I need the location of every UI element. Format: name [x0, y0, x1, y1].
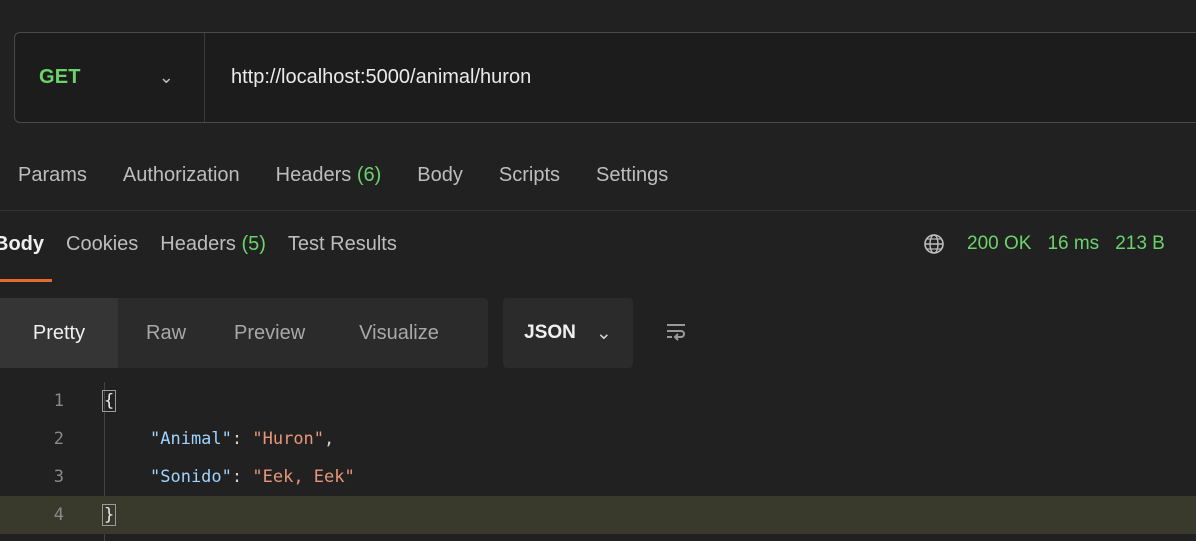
- tab-body[interactable]: Body: [417, 164, 463, 187]
- tab-headers-label: Headers: [275, 163, 352, 186]
- json-key: "Animal": [150, 429, 232, 449]
- close-brace-char: }: [102, 504, 117, 526]
- response-time[interactable]: 16 ms: [1047, 233, 1099, 255]
- tab-scripts[interactable]: Scripts: [499, 164, 560, 187]
- response-tab-test-results[interactable]: Test Results: [288, 233, 397, 256]
- line-number: 1: [53, 391, 64, 411]
- response-size[interactable]: 213 B: [1115, 233, 1165, 255]
- code-line: 1 {: [0, 382, 1196, 420]
- request-tabs: Params Authorization Headers (6) Body Sc…: [0, 150, 704, 200]
- url-input[interactable]: http://localhost:5000/animal/huron: [205, 66, 531, 89]
- view-tab-pretty[interactable]: Pretty: [0, 298, 118, 368]
- method-selector[interactable]: GET ⌄: [15, 33, 205, 122]
- chevron-down-icon: ⌄: [595, 322, 612, 344]
- format-select[interactable]: JSON ⌄: [503, 298, 633, 368]
- status-code[interactable]: 200 OK: [967, 233, 1031, 255]
- tab-authorization[interactable]: Authorization: [123, 164, 240, 187]
- open-brace-char: {: [102, 390, 117, 412]
- open-brace: {: [102, 390, 117, 412]
- postman-window: GET ⌄ http://localhost:5000/animal/huron…: [0, 0, 1196, 541]
- json-value: "Eek, Eek": [252, 467, 355, 487]
- json-separator: :: [231, 467, 253, 487]
- code-line-highlighted: 4 }: [0, 496, 1196, 534]
- code-content: "Animal": "Huron",: [150, 429, 334, 449]
- view-tab-raw[interactable]: Raw: [146, 322, 186, 345]
- section-divider: [0, 210, 1196, 211]
- view-tab-visualize[interactable]: Visualize: [359, 322, 439, 345]
- response-tab-cookies[interactable]: Cookies: [66, 233, 138, 256]
- response-tab-body[interactable]: Body: [0, 233, 44, 256]
- tab-headers[interactable]: Headers (6): [276, 164, 382, 187]
- json-key: "Sonido": [150, 467, 232, 487]
- view-mode-tabs: Pretty Raw Preview Visualize: [0, 298, 488, 368]
- request-url-bar: GET ⌄ http://localhost:5000/animal/huron: [14, 32, 1196, 123]
- active-tab-underline: [0, 279, 52, 282]
- code-line: 2 "Animal": "Huron",: [0, 420, 1196, 458]
- line-number: 2: [53, 429, 64, 449]
- view-tab-preview[interactable]: Preview: [234, 322, 305, 345]
- response-tab-headers-label: Headers: [160, 232, 236, 255]
- line-number: 4: [53, 505, 64, 525]
- line-number: 3: [53, 467, 64, 487]
- wrap-lines-icon[interactable]: [664, 320, 688, 344]
- response-tab-headers-count: (5): [241, 232, 266, 255]
- response-status: 200 OK 16 ms 213 B: [923, 228, 1165, 260]
- json-separator: :: [231, 429, 253, 449]
- response-tabs: Body Cookies Headers (5) Test Results: [0, 226, 419, 262]
- globe-icon[interactable]: [923, 233, 945, 255]
- response-body-editor[interactable]: 1 { 2 "Animal": "Huron", 3 "Sonido": "Ee…: [0, 382, 1196, 541]
- tab-headers-count: (6): [356, 163, 382, 186]
- tab-params[interactable]: Params: [18, 164, 87, 187]
- json-comma: ,: [324, 429, 335, 449]
- tab-settings[interactable]: Settings: [596, 164, 668, 187]
- chevron-down-icon: ⌄: [158, 67, 174, 87]
- code-content: "Sonido": "Eek, Eek": [150, 467, 355, 487]
- format-select-value: JSON: [524, 322, 576, 343]
- method-label: GET: [39, 66, 81, 88]
- code-line: 3 "Sonido": "Eek, Eek": [0, 458, 1196, 496]
- json-value: "Huron": [252, 429, 325, 449]
- close-brace: }: [102, 504, 117, 526]
- response-tab-headers[interactable]: Headers (5): [160, 233, 266, 256]
